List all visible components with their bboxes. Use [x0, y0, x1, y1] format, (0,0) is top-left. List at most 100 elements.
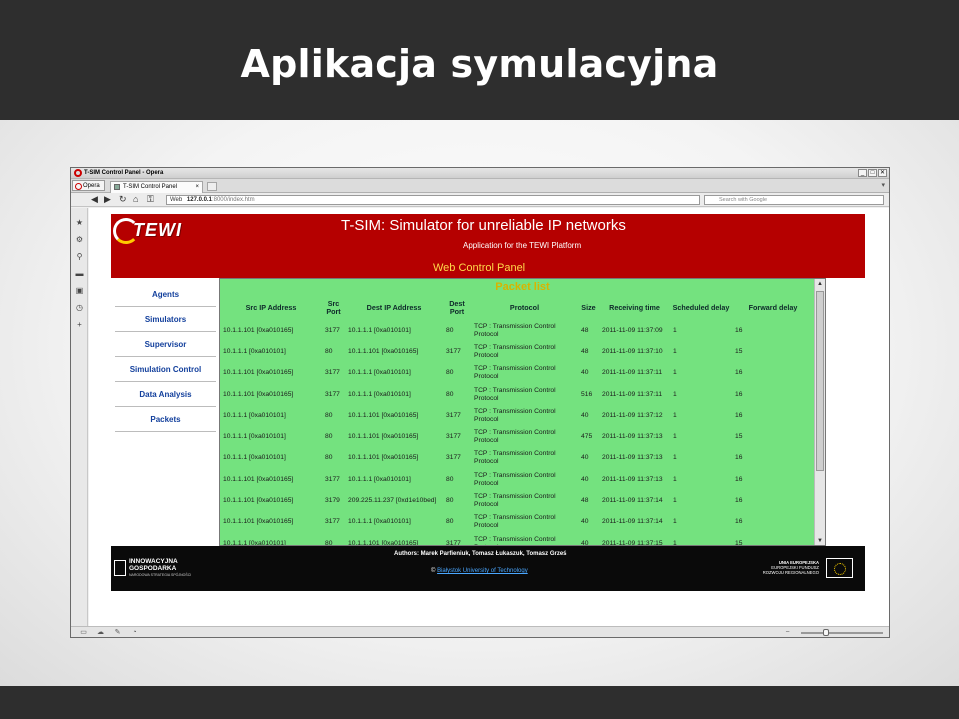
table-row: 10.1.1.101 [0xa010165] 3177 10.1.1.1 [0xa0… — [220, 384, 814, 405]
window-controls: _ □ ✕ — [858, 169, 887, 177]
forward-icon[interactable]: ▶ — [104, 195, 111, 204]
tab-close-icon[interactable]: × — [195, 182, 199, 193]
page-viewport: TEWI T-SIM: Simulator for unreliable IP … — [89, 208, 889, 626]
table-cell: 16 — [735, 475, 743, 483]
table-cell: 80 — [325, 454, 333, 462]
table-cell: 10.1.1.101 [0xa010165] — [223, 326, 294, 334]
scrollbar-thumb[interactable] — [816, 291, 824, 471]
table-row: 10.1.1.101 [0xa010165] 3177 10.1.1.1 [0xa0… — [220, 469, 814, 490]
table-cell: 1 — [673, 497, 677, 505]
nav-item-simulation-control[interactable]: Simulation Control — [115, 357, 216, 382]
reload-icon[interactable]: ↻ — [119, 195, 127, 204]
logo-text: TEWI — [133, 220, 182, 240]
notes-icon[interactable]: ▬ — [75, 269, 84, 278]
table-cell: 3177 — [446, 347, 461, 355]
nav-item-supervisor[interactable]: Supervisor — [115, 332, 216, 357]
tab-title: T-SIM Control Panel — [123, 184, 178, 190]
table-cell: 16 — [735, 326, 743, 334]
table-cell: 80 — [325, 539, 333, 546]
table-cell: 2011-11-09 11:37:11 — [602, 369, 663, 377]
packet-table-header: Src IP Address Src Port Dest IP Address … — [220, 295, 814, 320]
panel-icon[interactable]: ▣ — [75, 286, 84, 295]
table-cell: 15 — [735, 539, 743, 546]
eu-line3: ROZWOJU REGIONALNEGO — [762, 570, 819, 575]
table-cell: 1 — [673, 369, 677, 377]
close-window-button[interactable]: ✕ — [878, 169, 887, 177]
table-cell: 3177 — [446, 539, 461, 546]
zoom-out-icon[interactable]: − — [783, 628, 792, 637]
new-tab-button[interactable] — [207, 182, 217, 191]
table-cell: 80 — [446, 369, 454, 377]
tab-list-icon[interactable]: ▾ — [881, 181, 885, 189]
packet-list-scrollbar[interactable]: ▲ ▼ — [814, 279, 825, 545]
table-row: 10.1.1.1 [0xa010101] 80 10.1.1.101 [0xa010… — [220, 533, 814, 546]
scroll-up-icon[interactable]: ▲ — [816, 280, 824, 289]
share-icon[interactable]: ⚲ — [75, 252, 84, 261]
opera-menu-button[interactable]: Opera — [72, 180, 105, 191]
table-row: 10.1.1.101 [0xa010165] 3177 10.1.1.1 [0xa0… — [220, 363, 814, 384]
history-icon[interactable]: ◷ — [75, 303, 84, 312]
table-cell: 2011-11-09 11:37:11 — [602, 390, 663, 398]
table-cell: 48 — [581, 347, 589, 355]
table-row: 10.1.1.1 [0xa010101] 80 10.1.1.101 [0xa010… — [220, 448, 814, 469]
zoom-slider-track[interactable] — [801, 632, 883, 634]
table-cell: 48 — [581, 326, 589, 334]
add-icon[interactable]: + — [75, 320, 84, 329]
tab-tsim-control-panel[interactable]: T-SIM Control Panel × — [110, 181, 203, 193]
speed-dial-icon[interactable]: ▭ — [79, 628, 88, 637]
panel-sidebar: ★ ⚙ ⚲ ▬ ▣ ◷ + — [71, 208, 88, 626]
turbo-icon[interactable]: ◔ — [130, 628, 139, 637]
column-header: Dest IP Address — [366, 302, 422, 312]
table-cell: 15 — [735, 347, 743, 355]
address-bar[interactable]: Web 127.0.0.1:8000/index.htm — [166, 195, 700, 205]
page-favicon-icon — [114, 184, 120, 190]
unite-icon[interactable]: ✎ — [113, 628, 122, 637]
home-icon[interactable]: ⌂ — [133, 195, 138, 204]
table-cell: TCP : Transmission Control Protocol — [474, 343, 556, 359]
window-title: T-SIM Control Panel - Opera — [84, 170, 164, 176]
table-cell: 1 — [673, 475, 677, 483]
table-cell: 10.1.1.101 [0xa010165] — [223, 475, 294, 483]
column-header: Receiving time — [609, 302, 660, 312]
table-cell: 16 — [735, 518, 743, 526]
table-cell: 2011-11-09 11:37:09 — [602, 326, 663, 334]
scroll-down-icon[interactable]: ▼ — [816, 537, 824, 545]
page-subtitle: Application for the TEWI Platform — [463, 241, 582, 250]
bookmark-icon[interactable]: ★ — [75, 218, 84, 227]
table-cell: 2011-11-09 11:37:14 — [602, 497, 663, 505]
table-cell: 2011-11-09 11:37:13 — [602, 454, 663, 462]
table-cell: 40 — [581, 411, 589, 419]
nav-item-agents[interactable]: Agents — [115, 282, 216, 307]
table-cell: 1 — [673, 411, 677, 419]
maximize-button[interactable]: □ — [868, 169, 877, 177]
minimize-button[interactable]: _ — [858, 169, 867, 177]
gear-icon[interactable]: ⚙ — [75, 235, 84, 244]
university-link[interactable]: Białystok University of Technology — [437, 568, 528, 574]
search-input[interactable]: Search with Google — [704, 195, 884, 205]
table-cell: 3177 — [325, 326, 340, 334]
table-cell: 80 — [446, 518, 454, 526]
nav-item-data-analysis[interactable]: Data Analysis — [115, 382, 216, 407]
nav-item-packets[interactable]: Packets — [115, 407, 216, 432]
back-icon[interactable]: ◀ — [91, 195, 98, 204]
key-icon[interactable]: ⚿ — [147, 195, 154, 204]
table-cell: 10.1.1.101 [0xa010165] — [348, 347, 419, 355]
table-cell: 10.1.1.1 [0xa010101] — [223, 433, 286, 441]
cloud-icon[interactable]: ☁ — [96, 628, 105, 637]
table-cell: 3177 — [325, 475, 340, 483]
table-cell: 80 — [325, 347, 333, 355]
table-cell: 3177 — [446, 454, 461, 462]
table-cell: 16 — [735, 411, 743, 419]
page-banner: TEWI T-SIM: Simulator for unreliable IP … — [111, 214, 865, 278]
table-cell: 2011-11-09 11:37:12 — [602, 411, 663, 419]
table-cell: 10.1.1.1 [0xa010101] — [223, 411, 286, 419]
panel-label: Web Control Panel — [433, 262, 526, 274]
table-cell: 40 — [581, 539, 589, 546]
table-cell: 10.1.1.1 [0xa010101] — [348, 369, 411, 377]
zoom-slider-knob[interactable] — [823, 629, 829, 636]
table-cell: 48 — [581, 497, 589, 505]
table-cell: 15 — [735, 433, 743, 441]
opera-logo-icon — [74, 169, 82, 177]
table-cell: 10.1.1.1 [0xa010101] — [223, 454, 286, 462]
nav-item-simulators[interactable]: Simulators — [115, 307, 216, 332]
